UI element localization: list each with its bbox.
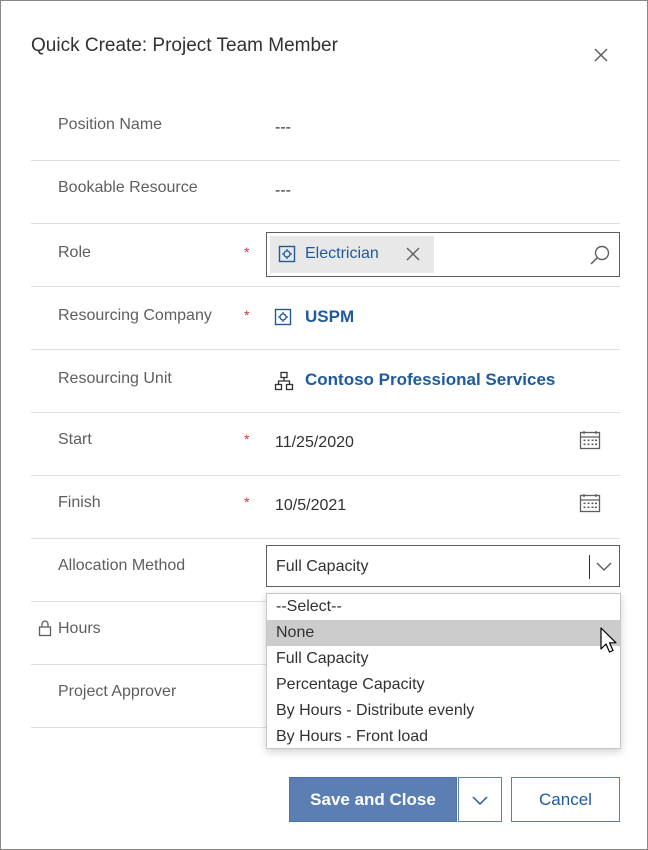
finish-label: Finish	[58, 494, 101, 511]
role-tag-label: Electrician	[305, 245, 379, 262]
required-marker: *	[244, 307, 250, 323]
remove-icon[interactable]	[405, 246, 421, 262]
dropdown-option[interactable]: Percentage Capacity	[267, 672, 620, 698]
dropdown-option-highlighted[interactable]: None	[267, 620, 620, 646]
role-label: Role	[58, 244, 91, 261]
resourcing-company-row: Resourcing Company * USPM	[31, 287, 620, 350]
start-date-input[interactable]: 11/25/2020	[275, 434, 354, 452]
start-label: Start	[58, 431, 92, 448]
resourcing-company-link[interactable]: USPM	[305, 307, 354, 327]
resourcing-unit-link[interactable]: Contoso Professional Services	[305, 370, 555, 390]
allocation-method-dropdown: --Select-- None Full Capacity Percentage…	[266, 593, 621, 749]
calendar-icon[interactable]	[579, 493, 601, 513]
entity-icon	[278, 245, 296, 263]
close-button[interactable]	[589, 43, 613, 67]
dropdown-option[interactable]: Full Capacity	[267, 646, 620, 672]
position-name-label: Position Name	[58, 116, 163, 133]
cancel-button[interactable]: Cancel	[511, 777, 620, 822]
required-marker: *	[244, 431, 250, 447]
dialog-title: Quick Create: Project Team Member	[31, 35, 338, 56]
allocation-method-select[interactable]: Full Capacity	[266, 545, 620, 587]
chevron-down-icon[interactable]	[595, 559, 613, 573]
close-icon	[594, 48, 608, 62]
lock-icon	[38, 620, 52, 637]
save-and-close-button[interactable]: Save and Close	[289, 777, 457, 822]
chevron-down-icon	[472, 795, 488, 805]
calendar-icon[interactable]	[579, 430, 601, 450]
bookable-resource-value[interactable]: ---	[275, 182, 291, 200]
bookable-resource-label: Bookable Resource	[58, 179, 198, 196]
role-row: Role * Electrician	[31, 224, 620, 287]
project-approver-label: Project Approver	[58, 683, 177, 700]
position-name-row: Position Name ---	[31, 98, 620, 161]
search-icon[interactable]	[589, 244, 611, 266]
role-lookup-field[interactable]: Electrician	[266, 232, 620, 277]
entity-icon	[274, 308, 292, 326]
save-options-button[interactable]	[458, 777, 502, 822]
quick-create-dialog: Quick Create: Project Team Member Positi…	[0, 0, 648, 850]
mouse-cursor-icon	[600, 627, 617, 653]
allocation-method-label: Allocation Method	[58, 557, 186, 574]
resourcing-unit-row: Resourcing Unit Contoso Professional Ser…	[31, 350, 620, 413]
allocation-method-value: Full Capacity	[276, 558, 369, 575]
finish-row: Finish * 10/5/2021	[31, 476, 620, 539]
resourcing-company-label: Resourcing Company	[58, 307, 212, 324]
role-tag[interactable]: Electrician	[270, 236, 434, 273]
org-hierarchy-icon	[274, 371, 294, 391]
position-name-value[interactable]: ---	[275, 119, 291, 137]
dropdown-option[interactable]: --Select--	[267, 594, 620, 620]
bookable-resource-row: Bookable Resource ---	[31, 161, 620, 224]
start-row: Start * 11/25/2020	[31, 413, 620, 476]
dropdown-option[interactable]: By Hours - Distribute evenly	[267, 698, 620, 724]
resourcing-unit-label: Resourcing Unit	[58, 370, 172, 387]
required-marker: *	[244, 244, 250, 260]
required-marker: *	[244, 494, 250, 510]
hours-label: Hours	[58, 620, 101, 637]
dropdown-option[interactable]: By Hours - Front load	[267, 724, 620, 750]
finish-date-input[interactable]: 10/5/2021	[275, 497, 346, 515]
select-divider	[589, 555, 590, 579]
